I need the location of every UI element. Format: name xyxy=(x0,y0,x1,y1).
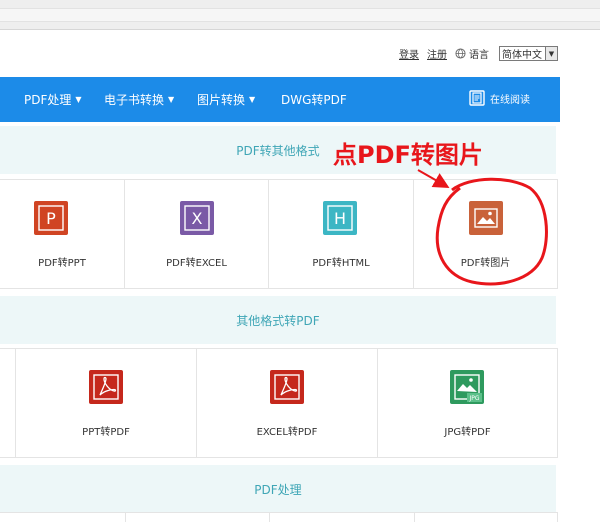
tile-ppt-to-pdf[interactable]: PPT转PDF xyxy=(16,349,197,457)
tile-jpg-to-pdf[interactable]: JPG JPG转PDF xyxy=(378,349,558,457)
nav-label: 图片转换 xyxy=(197,93,246,107)
nav-label: 电子书转换 xyxy=(104,93,165,107)
browser-chrome xyxy=(0,0,600,30)
tile-label: JPG转PDF xyxy=(444,427,491,438)
account-links: 登录 注册 语言 简体中文 ▼ xyxy=(399,46,558,61)
excel-icon: X xyxy=(180,201,214,235)
section-title: PDF处理 xyxy=(254,482,302,497)
ppt-icon: P xyxy=(34,201,68,235)
section-title: PDF转其他格式 xyxy=(236,143,320,158)
language-label: 语言 xyxy=(469,50,489,61)
tile-pdf-to-html[interactable]: H PDF转HTML xyxy=(269,180,414,288)
login-link[interactable]: 登录 xyxy=(399,46,419,61)
tile-row-other-to-pdf: PPT转PDF EXCEL转PDF JPG JPG转PDF xyxy=(0,348,558,458)
tile-excel-to-pdf[interactable]: EXCEL转PDF xyxy=(197,349,378,457)
section-header-pdf-processing: PDF处理 xyxy=(0,465,556,513)
section-header-other-to-pdf: 其他格式转PDF xyxy=(0,296,556,344)
tile-label: PDF转图片 xyxy=(460,258,511,269)
nav-label: PDF处理 xyxy=(24,93,72,107)
jpg-icon: JPG xyxy=(450,370,484,404)
tile-label: PDF转PPT xyxy=(38,258,86,269)
divider xyxy=(125,513,126,522)
tile-label: PPT转PDF xyxy=(82,427,130,438)
tile-row-pdf-to-other: P PDF转PPT X PDF转EXCEL H PDF转HTML PDF转图片 xyxy=(0,179,558,289)
annotation-text: 点PDF转图片 xyxy=(333,141,483,169)
jpg-badge: JPG xyxy=(468,395,479,402)
section-title: 其他格式转PDF xyxy=(236,313,320,328)
register-link[interactable]: 注册 xyxy=(427,46,447,61)
pdf-icon xyxy=(89,370,123,404)
globe-icon xyxy=(455,48,466,59)
tile-partial[interactable] xyxy=(0,349,16,457)
tile-pdf-to-ppt[interactable]: P PDF转PPT xyxy=(0,180,125,288)
site-topbar: 登录 注册 语言 简体中文 ▼ xyxy=(0,30,600,77)
dropdown-arrow-icon: ▼ xyxy=(545,47,557,60)
divider xyxy=(269,513,270,522)
page-root: 登录 注册 语言 简体中文 ▼ PDF处理 ▼ 电子书转换 ▼ 图片转换 ▼ DWG转… xyxy=(0,0,600,522)
nav-ebook-convert[interactable]: 电子书转换 ▼ xyxy=(104,91,174,108)
tile-label: PDF转HTML xyxy=(312,258,370,269)
reader-icon xyxy=(469,90,485,106)
language-select[interactable]: 简体中文 ▼ xyxy=(499,46,558,61)
image-icon xyxy=(469,201,503,235)
nav-dwg-to-pdf[interactable]: DWG转PDF xyxy=(281,91,347,108)
language-value: 简体中文 xyxy=(502,50,542,61)
main-nav: PDF处理 ▼ 电子书转换 ▼ 图片转换 ▼ DWG转PDF 在线阅读 xyxy=(0,77,560,122)
reader-label: 在线阅读 xyxy=(490,94,530,106)
tile-row-pdf-processing xyxy=(0,512,558,522)
divider xyxy=(557,513,558,522)
svg-text:P: P xyxy=(46,209,56,228)
online-reader-link[interactable]: 在线阅读 xyxy=(468,89,530,107)
caret-down-icon: ▼ xyxy=(75,95,82,104)
tile-label: EXCEL转PDF xyxy=(256,427,318,438)
tile-pdf-to-image[interactable]: PDF转图片 xyxy=(414,180,558,288)
caret-down-icon: ▼ xyxy=(168,95,175,104)
svg-text:H: H xyxy=(334,209,346,228)
svg-text:X: X xyxy=(192,209,203,228)
nav-pdf-processing[interactable]: PDF处理 ▼ xyxy=(24,91,82,108)
nav-image-convert[interactable]: 图片转换 ▼ xyxy=(197,91,255,108)
tile-label: PDF转EXCEL xyxy=(166,258,227,269)
caret-down-icon: ▼ xyxy=(249,95,256,104)
pdf-icon xyxy=(270,370,304,404)
tile-pdf-to-excel[interactable]: X PDF转EXCEL xyxy=(125,180,269,288)
html-icon: H xyxy=(323,201,357,235)
browser-strip xyxy=(0,8,600,22)
nav-label: DWG转PDF xyxy=(281,93,347,107)
divider xyxy=(414,513,415,522)
